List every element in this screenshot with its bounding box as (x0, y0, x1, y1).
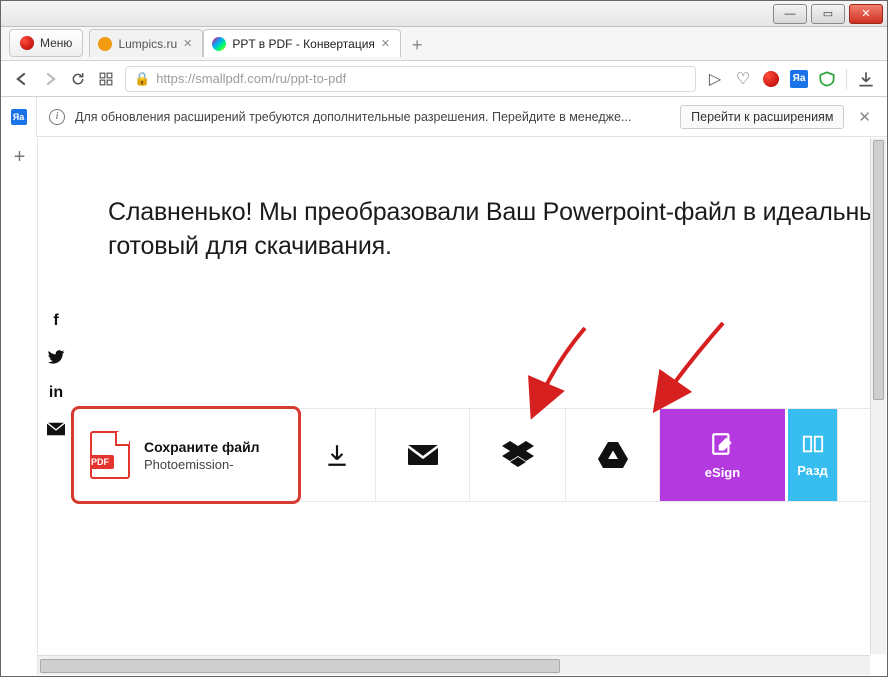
share-rail: f in (38, 303, 74, 447)
favicon-icon (98, 37, 112, 51)
esign-button[interactable]: eSign (660, 409, 788, 501)
tab-title: PPT в PDF - Конвертация (232, 37, 375, 51)
dropbox-button[interactable] (470, 409, 566, 501)
window-minimize-button[interactable]: — (773, 4, 807, 24)
tab-title: Lumpics.ru (118, 37, 177, 51)
page-viewport: Славненько! Мы преобразовали Ваш Powerpo… (38, 138, 886, 654)
warning-text: Для обновления расширений требуются допо… (75, 110, 631, 124)
esign-label: eSign (705, 465, 740, 480)
bookmark-icon[interactable]: ♡ (734, 70, 752, 88)
tab-close-icon[interactable]: ✕ (183, 37, 192, 50)
pdf-file-icon (90, 431, 130, 479)
share-twitter-button[interactable] (38, 339, 74, 375)
add-workspace-button[interactable]: + (14, 146, 26, 169)
split-button[interactable]: Разд (788, 409, 838, 501)
url-input[interactable]: 🔒 https://smallpdf.com/ru/ppt-to-pdf (125, 66, 696, 92)
info-icon: i (49, 109, 65, 125)
nav-back-button[interactable] (13, 70, 31, 88)
share-linkedin-button[interactable]: in (38, 375, 74, 411)
nav-forward-button[interactable] (41, 70, 59, 88)
notification-row: Яа i Для обновления расширений требуются… (1, 97, 887, 137)
share-email-button[interactable] (38, 411, 74, 447)
success-headline: Славненько! Мы преобразовали Ваш Powerpo… (78, 182, 886, 274)
new-tab-button[interactable]: + (405, 33, 429, 57)
dismiss-warning-button[interactable]: ✕ (854, 108, 875, 126)
action-row: Сохраните файл Photoemission- eSign Разд (74, 408, 886, 502)
scroll-thumb[interactable] (873, 140, 884, 400)
browser-tab-strip: Меню Lumpics.ru ✕ PPT в PDF - Конвертаци… (1, 27, 887, 61)
scroll-thumb[interactable] (40, 659, 560, 673)
url-text: https://smallpdf.com/ru/ppt-to-pdf (156, 71, 346, 86)
email-button[interactable] (376, 409, 470, 501)
vertical-scrollbar[interactable] (870, 138, 886, 654)
translate-extension-icon[interactable]: Яа (790, 70, 808, 88)
extension-warning-bar: i Для обновления расширений требуются до… (37, 97, 887, 137)
opera-account-icon[interactable] (762, 70, 780, 88)
speed-dial-button[interactable] (97, 70, 115, 88)
go-to-extensions-button[interactable]: Перейти к расширениям (680, 105, 844, 129)
tab-close-icon[interactable]: ✕ (381, 37, 390, 50)
downloads-button[interactable] (857, 70, 875, 88)
window-maximize-button[interactable]: ▭ (811, 4, 845, 24)
nav-reload-button[interactable] (69, 70, 87, 88)
save-file-name: Photoemission- (144, 457, 260, 472)
lock-icon: 🔒 (134, 71, 150, 87)
window-titlebar: — ▭ ✕ (1, 1, 887, 27)
horizontal-scrollbar[interactable] (38, 655, 870, 675)
favicon-icon (212, 37, 226, 51)
save-file-card[interactable]: Сохраните файл Photoemission- (71, 406, 301, 504)
download-button[interactable] (298, 409, 376, 501)
adblock-icon[interactable] (818, 70, 836, 88)
browser-tab[interactable]: Lumpics.ru ✕ (89, 29, 203, 57)
opera-menu-button[interactable]: Меню (9, 29, 83, 57)
vpn-icon[interactable]: ▷ (706, 70, 724, 88)
split-icon (802, 433, 824, 455)
menu-label: Меню (40, 36, 72, 50)
split-label: Разд (797, 463, 828, 478)
opera-logo-icon (20, 36, 34, 50)
translate-side-icon[interactable]: Яа (11, 109, 27, 125)
workspace-sidebar: + (2, 138, 38, 675)
address-bar: 🔒 https://smallpdf.com/ru/ppt-to-pdf ▷ ♡… (1, 61, 887, 97)
window-close-button[interactable]: ✕ (849, 4, 883, 24)
save-file-title: Сохраните файл (144, 439, 260, 455)
esign-icon (710, 431, 736, 457)
google-drive-button[interactable] (566, 409, 660, 501)
share-facebook-button[interactable]: f (38, 303, 74, 339)
browser-tab[interactable]: PPT в PDF - Конвертация ✕ (203, 29, 401, 57)
